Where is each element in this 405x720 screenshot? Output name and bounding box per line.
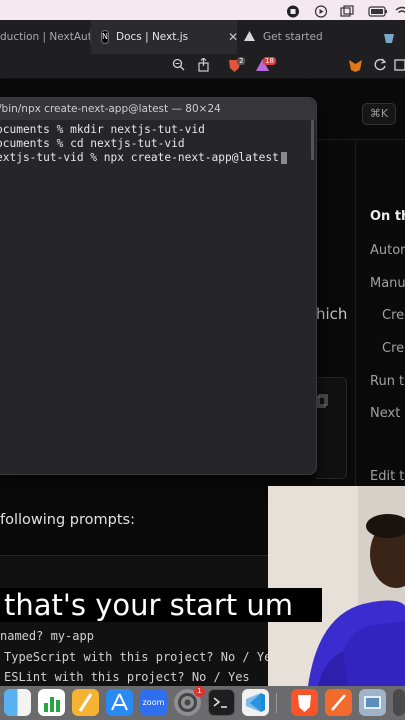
shields-count-badge: 2 bbox=[237, 57, 246, 65]
webcam-overlay bbox=[268, 486, 405, 686]
terminal-line: extjs-tut-vid % npx create-next-app@late… bbox=[0, 151, 279, 164]
cli-line: TypeScript with this project? No / Ye bbox=[4, 650, 272, 664]
triangle-favicon-icon bbox=[244, 30, 255, 44]
record-icon[interactable] bbox=[286, 3, 300, 18]
prompts-text: following prompts: bbox=[0, 512, 135, 528]
finder-icon[interactable] bbox=[4, 689, 31, 716]
pages-icon[interactable] bbox=[72, 689, 99, 716]
search-shortcut-kbd[interactable]: ⌘K bbox=[362, 103, 396, 125]
close-tab-icon[interactable]: ✕ bbox=[228, 30, 238, 44]
toc-item[interactable]: Autor bbox=[370, 243, 405, 258]
app-store-icon[interactable] bbox=[106, 689, 133, 716]
code-block bbox=[316, 377, 347, 479]
tab-docs-nextjs[interactable]: N Docs | Next.js ✕ bbox=[91, 20, 238, 54]
terminal-title[interactable]: /bin/npx create-next-app@latest — 80×24 bbox=[0, 98, 316, 120]
toc-item[interactable]: Run t bbox=[370, 374, 404, 389]
toc-item[interactable]: Next bbox=[370, 406, 400, 421]
presenter-image bbox=[268, 486, 405, 686]
toc-heading: On th bbox=[370, 209, 405, 224]
terminal-cursor bbox=[280, 152, 287, 164]
play-icon[interactable] bbox=[314, 3, 328, 18]
battery-icon bbox=[368, 3, 388, 17]
preview-icon[interactable] bbox=[359, 689, 386, 716]
wifi-icon[interactable] bbox=[395, 3, 405, 16]
copy-icon[interactable] bbox=[316, 394, 328, 408]
terminal-window[interactable]: /bin/npx create-next-app@latest — 80×24 … bbox=[0, 97, 317, 475]
terminal-line: ocuments % cd nextjs-tut-vid bbox=[0, 137, 185, 150]
refresh-extension-icon[interactable] bbox=[373, 58, 388, 73]
tab-label: Get started bbox=[263, 31, 323, 43]
video-caption: that's your start um bbox=[0, 588, 322, 622]
toc-item[interactable]: Cre bbox=[382, 341, 404, 356]
dock-item-partial[interactable] bbox=[393, 689, 405, 716]
terminal-icon[interactable] bbox=[208, 689, 235, 716]
browser-toolbar: 2 18 bbox=[0, 54, 405, 79]
tab-favicon-icon[interactable] bbox=[382, 30, 396, 44]
terminal-line: ocuments % mkdir nextjs-tut-vid bbox=[0, 123, 205, 136]
tab-get-started[interactable]: Get started bbox=[240, 20, 360, 54]
vscode-icon[interactable] bbox=[242, 689, 269, 716]
settings-badge: 1 bbox=[194, 686, 205, 697]
tab-bar: duction | NextAuth.js N Docs | Next.js ✕… bbox=[0, 20, 405, 55]
share-icon[interactable] bbox=[196, 57, 211, 73]
cli-line: ESLint with this project? No / Yes bbox=[4, 670, 250, 684]
rewards-count-badge: 18 bbox=[263, 57, 276, 65]
toc-item[interactable]: Cre bbox=[382, 308, 404, 323]
sketch-icon[interactable] bbox=[325, 689, 352, 716]
window-icon[interactable] bbox=[340, 3, 354, 17]
numbers-icon[interactable] bbox=[38, 689, 65, 716]
toc-item[interactable]: Manu bbox=[370, 276, 405, 291]
brave-icon[interactable] bbox=[291, 689, 318, 716]
tab-nextauth[interactable]: duction | NextAuth.js bbox=[0, 20, 110, 54]
dock: zoom 1 bbox=[0, 686, 405, 720]
extension-icon[interactable] bbox=[394, 58, 405, 73]
cli-line: named? my-app bbox=[0, 629, 94, 643]
terminal-scrollbar[interactable] bbox=[311, 120, 314, 160]
nextjs-favicon-icon: N bbox=[101, 30, 109, 44]
dock-divider bbox=[276, 693, 277, 713]
zoom-app-icon[interactable]: zoom bbox=[140, 689, 167, 716]
body-text-fragment: hich bbox=[316, 305, 348, 323]
menu-bar bbox=[0, 0, 405, 20]
metamask-icon[interactable] bbox=[348, 58, 363, 73]
tab-label: Docs | Next.js bbox=[115, 31, 189, 43]
zoom-icon[interactable] bbox=[171, 58, 186, 73]
edit-page-link[interactable]: Edit t bbox=[370, 469, 404, 484]
